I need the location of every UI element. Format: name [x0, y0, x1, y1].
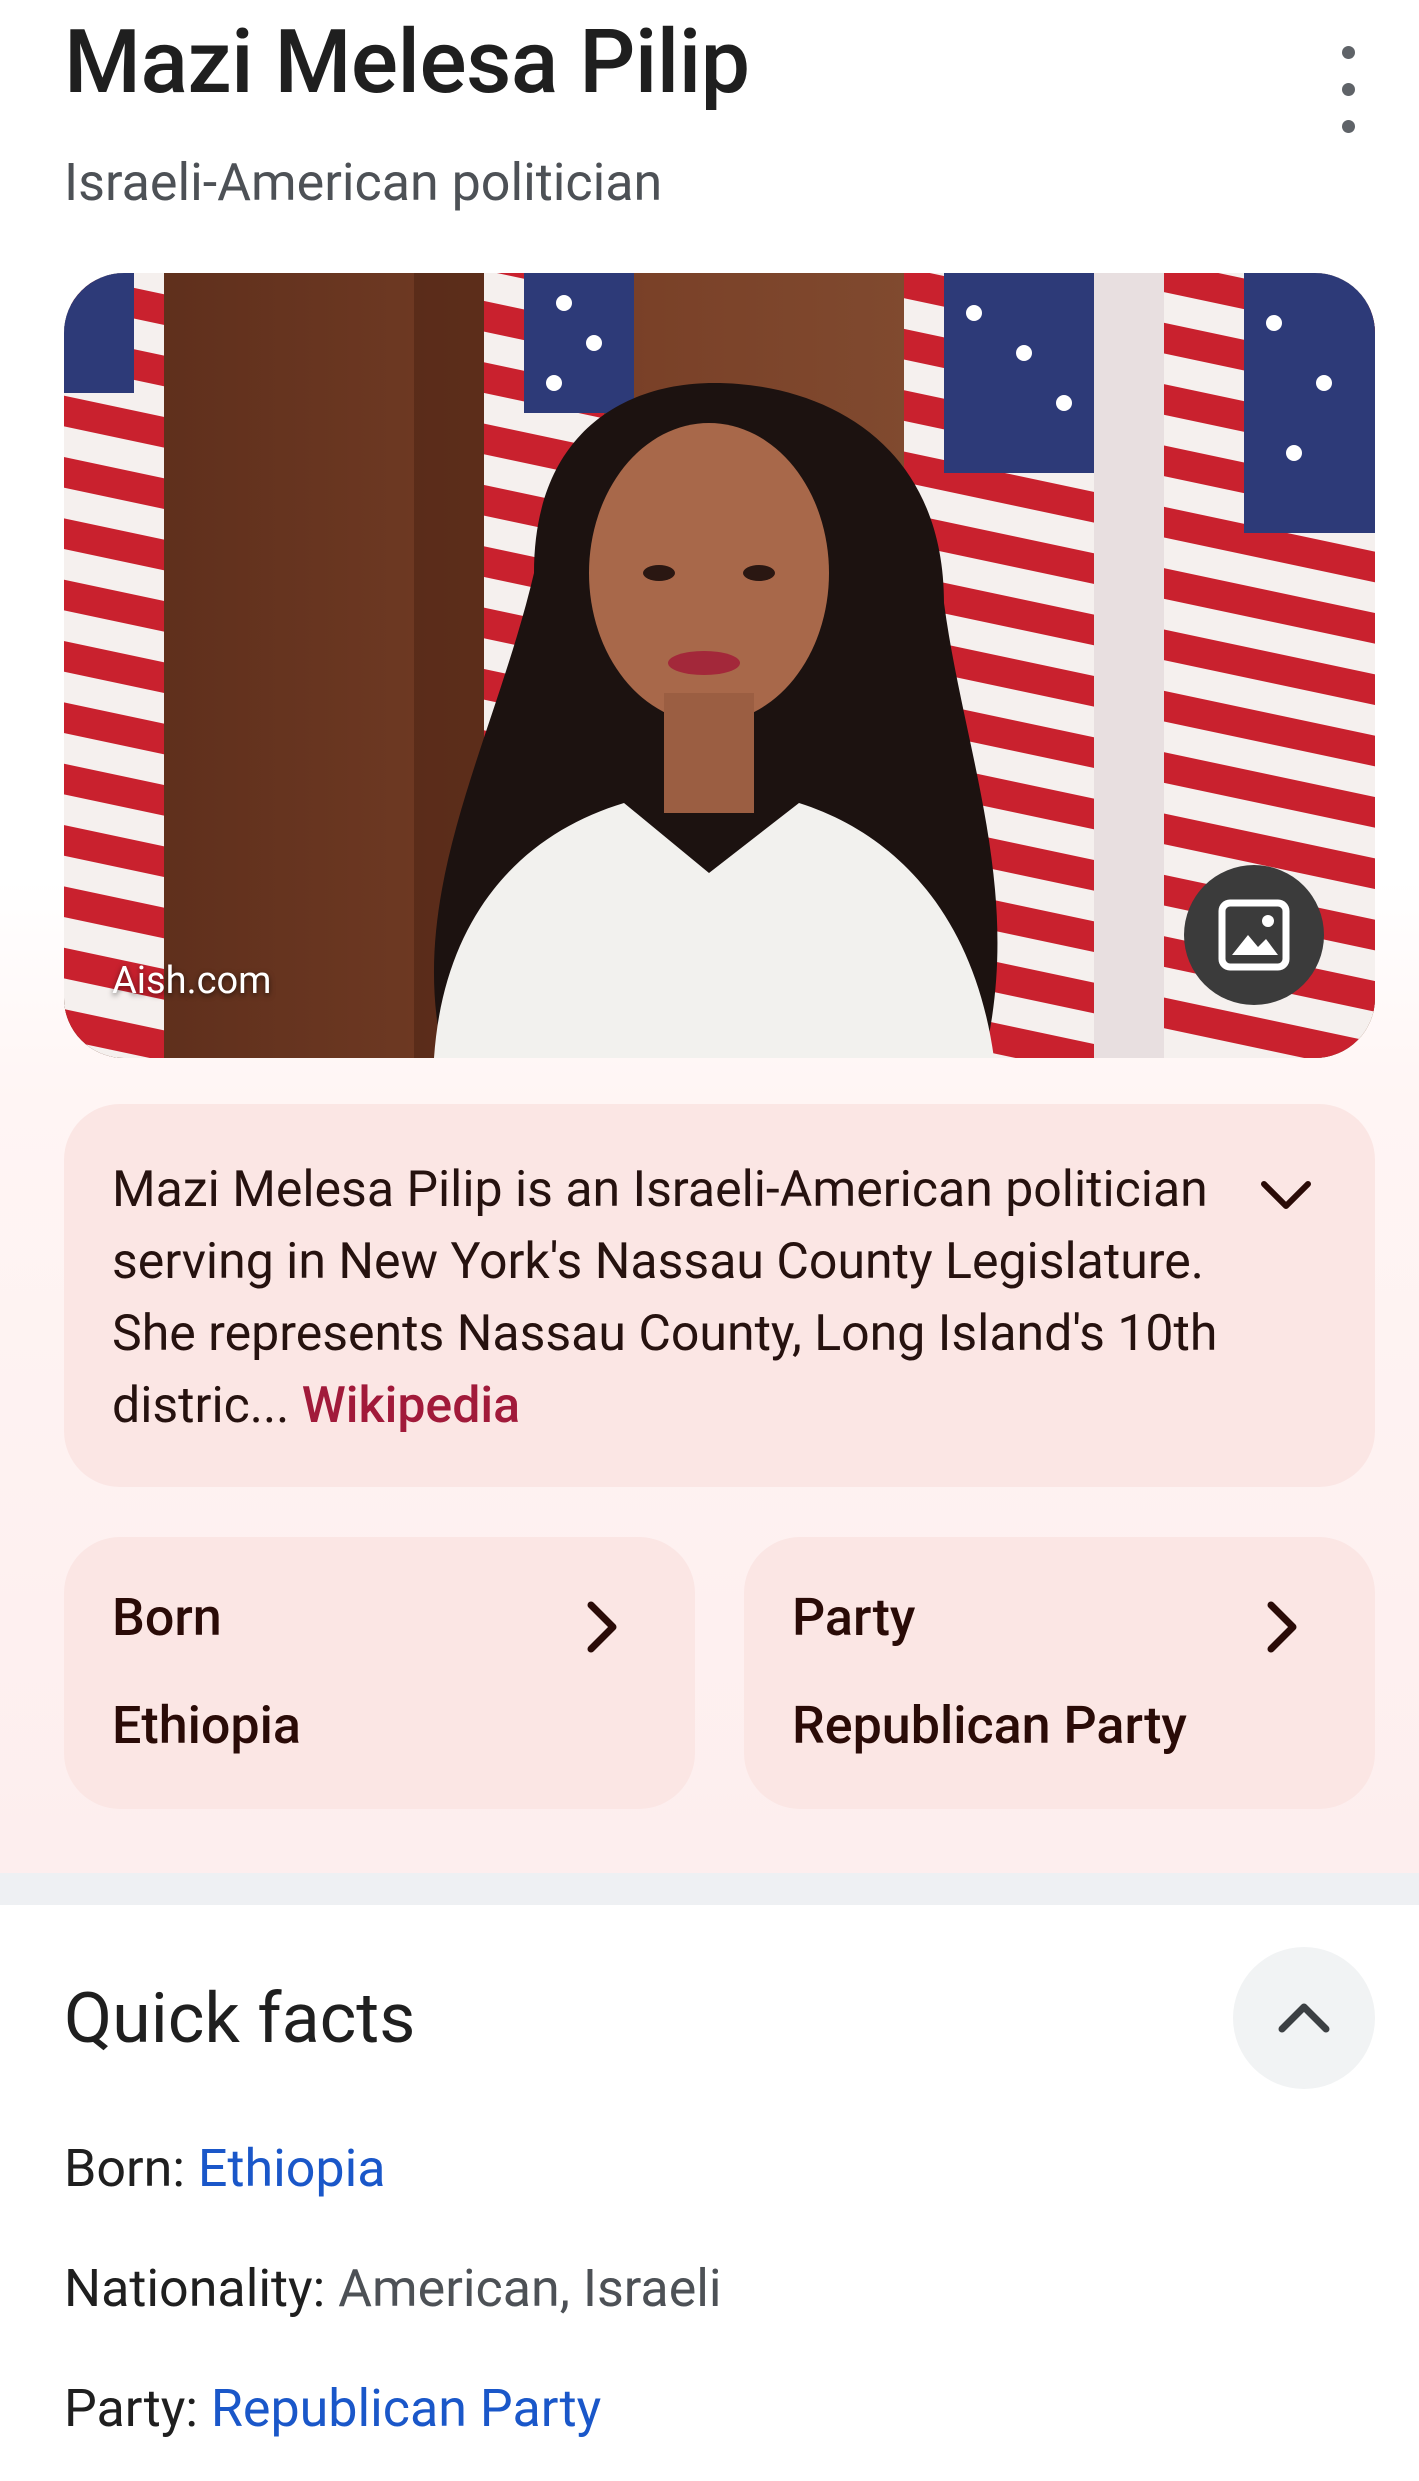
chevron-right-icon	[587, 1601, 617, 1653]
entity-subtitle: Israeli-American politician	[64, 152, 663, 213]
quick-facts-title: Quick facts	[64, 1978, 416, 2060]
description-card[interactable]: Mazi Melesa Pilip is an Israeli-American…	[64, 1104, 1375, 1487]
fact-party-value-link[interactable]: Republican Party	[211, 2378, 601, 2439]
fact-party-key: Party	[64, 2378, 186, 2439]
image-icon	[1218, 899, 1290, 971]
wikipedia-link[interactable]: Wikipedia	[302, 1377, 520, 1435]
fact-nationality-key: Nationality	[64, 2258, 313, 2319]
chevron-up-icon	[1278, 2003, 1330, 2033]
party-card-value: Republican Party	[792, 1695, 1187, 1756]
fact-nationality-value: American, Israeli	[338, 2258, 722, 2319]
fact-born: Born: Ethiopia	[64, 2138, 386, 2199]
fact-nationality: Nationality: American, Israeli	[64, 2258, 722, 2319]
chevron-down-icon[interactable]	[1254, 1162, 1318, 1226]
collapse-button[interactable]	[1233, 1947, 1375, 2089]
fact-born-value-link[interactable]: Ethiopia	[198, 2138, 386, 2199]
fact-born-key: Born	[64, 2138, 173, 2199]
description-text: Mazi Melesa Pilip is an Israeli-American…	[112, 1154, 1242, 1442]
image-gallery-button[interactable]	[1184, 865, 1324, 1005]
entity-photo[interactable]: Aish.com	[64, 273, 1375, 1058]
image-source-label[interactable]: Aish.com	[112, 959, 271, 1003]
born-card-label: Born	[112, 1587, 222, 1648]
description-body: Mazi Melesa Pilip is an Israeli-American…	[112, 1161, 1218, 1435]
page-title: Mazi Melesa Pilip	[64, 11, 750, 114]
party-card[interactable]: Party Republican Party	[744, 1537, 1375, 1809]
fact-party: Party: Republican Party	[64, 2378, 602, 2439]
portrait-illustration	[64, 273, 1375, 1058]
chevron-right-icon	[1267, 1601, 1297, 1653]
born-card[interactable]: Born Ethiopia	[64, 1537, 695, 1809]
kebab-menu-icon[interactable]	[1320, 40, 1376, 140]
section-divider	[0, 1873, 1419, 1905]
party-card-label: Party	[792, 1587, 916, 1648]
born-card-value: Ethiopia	[112, 1695, 301, 1756]
